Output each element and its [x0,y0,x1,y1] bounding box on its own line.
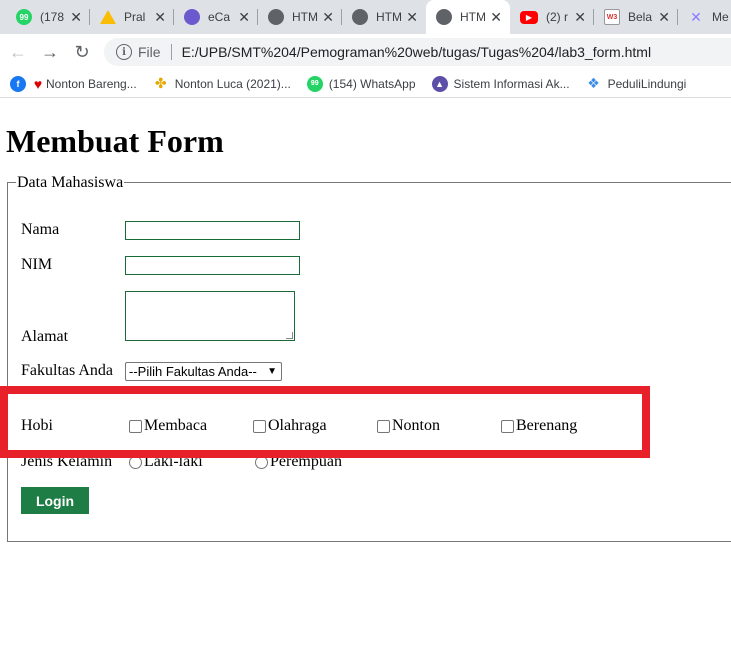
tab-drive[interactable]: Pral ✕ [90,0,174,34]
resize-handle-icon[interactable] [286,332,293,339]
bookmark-label: Nonton Bareng... [46,76,137,91]
fakultas-label: Fakultas Anda [21,362,113,379]
checkbox-olahraga[interactable]: Olahraga [253,417,327,435]
fakultas-select[interactable]: --Pilih Fakultas Anda-- ▼ [125,362,282,381]
close-icon[interactable]: ✕ [70,9,82,25]
close-icon[interactable]: ✕ [322,9,334,25]
alamat-label: Alamat [21,328,69,345]
checkbox-nonton[interactable]: Nonton [377,417,440,435]
close-icon[interactable]: ✕ [238,9,250,25]
globe-icon [268,9,284,25]
tab-title: HTM [376,10,402,24]
checkbox-label: Berenang [516,417,578,434]
bookmark-sistem-informasi[interactable]: ▲ Sistem Informasi Ak... [431,75,570,92]
reload-icon[interactable]: ↻ [70,40,94,64]
back-arrow-icon[interactable]: ← [6,40,30,64]
bookmark-nonton-bareng[interactable]: f ♥ Nonton Bareng... [10,75,137,92]
bookmark-whatsapp[interactable]: 99 (154) WhatsApp [306,75,416,92]
info-icon[interactable]: i [116,44,132,60]
checkbox-box[interactable] [501,419,514,433]
globe-icon [352,9,368,25]
belajar-icon: W3 [604,9,620,25]
data-mahasiswa-fieldset: Data Mahasiswa [7,174,731,542]
fieldset-legend: Data Mahasiswa [16,174,125,192]
whatsapp-icon: 99 [16,9,32,25]
tab-ecampus[interactable]: eCa ✕ [174,0,258,34]
whatsapp-icon: 99 [306,75,323,92]
tab-title: Me [712,10,729,24]
forward-arrow-icon[interactable]: → [38,40,62,64]
heart-icon: ♥ [33,75,43,92]
checkbox-membaca[interactable]: Membaca [129,417,207,435]
checkbox-box[interactable] [129,419,142,433]
bookmark-label: PeduliLindungi [607,76,687,91]
checkbox-label: Olahraga [268,417,327,434]
tab-belajar[interactable]: W3 Bela ✕ [594,0,678,34]
tab-html-active[interactable]: HTM ✕ [426,0,510,34]
close-icon[interactable]: ✕ [574,9,586,25]
google-drive-icon [100,10,116,24]
url-text[interactable]: E:/UPB/SMT%204/Pemograman%20web/tugas/Tu… [182,44,652,60]
tab-me[interactable]: ✕ Me [678,0,731,34]
tab-title: HTM [460,10,486,24]
fakultas-selected-value: --Pilih Fakultas Anda-- [129,364,257,379]
bookmark-label: Sistem Informasi Ak... [453,76,570,91]
tab-title: Bela [628,10,653,24]
close-icon[interactable]: ✕ [490,9,502,25]
pinwheel-icon: ✤ [154,75,167,91]
tab-html-1[interactable]: HTM ✕ [258,0,342,34]
browser-toolbar: ← → ↻ i File E:/UPB/SMT%204/Pemograman%2… [0,34,731,70]
tab-strip: 99 (178 ✕ Pral ✕ eCa ✕ HTM ✕ HTM ✕ HTM ✕… [0,0,731,34]
address-bar[interactable]: i File E:/UPB/SMT%204/Pemograman%20web/t… [104,38,731,66]
checkbox-label: Membaca [144,417,208,434]
close-icon[interactable]: ✕ [154,9,166,25]
chevron-down-icon: ▼ [267,366,277,377]
tab-title: (178 [40,10,65,24]
pedulilindungi-icon: ❖ [587,75,600,91]
bookmarks-bar: f ♥ Nonton Bareng... ✤ Nonton Luca (2021… [0,70,731,98]
checkbox-box[interactable] [253,419,266,433]
checkbox-berenang[interactable]: Berenang [501,417,577,435]
login-button[interactable]: Login [21,487,89,514]
divider [170,44,172,60]
tab-whatsapp[interactable]: 99 (178 ✕ [6,0,90,34]
page-title: Membuat Form [6,123,224,159]
nama-input[interactable] [125,221,300,240]
bookmark-pedulilindungi[interactable]: ❖ PeduliLindungi [586,75,687,92]
scheme-label: File [138,44,161,60]
checkbox-box[interactable] [377,419,390,433]
campus-icon: ▲ [431,75,448,92]
nim-label: NIM [21,256,53,273]
tab-title: eCa [208,10,231,24]
tab-html-2[interactable]: HTM ✕ [342,0,426,34]
tab-title: (2) r [546,10,568,24]
me-icon: ✕ [690,8,702,25]
tab-title: HTM [292,10,318,24]
page-content: Membuat Form Data Mahasiswa Nama NIM Ala… [0,99,731,647]
bookmark-label: (154) WhatsApp [328,76,416,91]
nama-label: Nama [21,221,60,238]
facebook-icon: f [10,75,26,92]
tab-title: Pral [124,10,146,24]
globe-icon [436,9,452,25]
ecampus-icon [184,9,200,25]
close-icon[interactable]: ✕ [658,9,670,25]
youtube-icon: ▶ [520,10,538,24]
alamat-textarea[interactable] [125,291,295,341]
checkbox-label: Nonton [392,417,440,434]
close-icon[interactable]: ✕ [406,9,418,25]
tab-youtube[interactable]: ▶ (2) r ✕ [510,0,594,34]
bookmark-label: Nonton Luca (2021)... [174,76,291,91]
hobi-label: Hobi [21,417,53,434]
bookmark-nonton-luca[interactable]: ✤ Nonton Luca (2021)... [153,75,291,92]
nim-input[interactable] [125,256,300,275]
